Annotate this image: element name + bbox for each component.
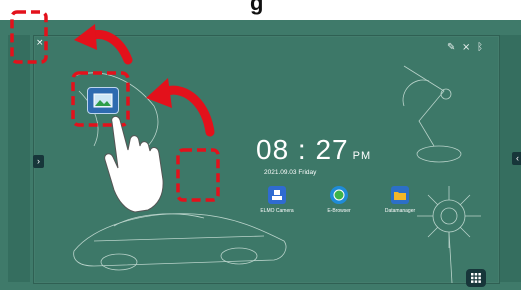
app-label: ELMO Camera bbox=[260, 208, 294, 214]
app-datamanager[interactable]: Datamanager bbox=[375, 186, 425, 214]
wifi-off-icon: ⨯ bbox=[462, 42, 471, 53]
app-grid-button[interactable] bbox=[466, 269, 486, 287]
app-e-browser[interactable]: E-Browser bbox=[314, 186, 364, 214]
pen-icon: ✎ bbox=[447, 42, 456, 53]
app-label: E-Browser bbox=[327, 208, 351, 214]
clock-ampm: PM bbox=[352, 150, 372, 162]
bluetooth-icon: ᛒ bbox=[477, 42, 483, 53]
whiteboard-home: × ✎ ⨯ ᛒ 08 : 27 PM 2021.09.03 Friday ELMO… bbox=[33, 35, 500, 287]
clock-time: 08 : 27 PM bbox=[256, 134, 371, 166]
globe-icon bbox=[330, 186, 348, 204]
gallery-icon[interactable] bbox=[87, 87, 119, 114]
app-label: Datamanager bbox=[384, 208, 416, 214]
page-title: g bbox=[250, 0, 264, 15]
screen: × ✎ ⨯ ᛒ 08 : 27 PM 2021.09.03 Friday ELMO… bbox=[0, 20, 521, 290]
right-panel-arrow[interactable]: ‹ bbox=[512, 152, 521, 165]
usb-camera-icon bbox=[268, 186, 286, 204]
app-elmo-camera[interactable]: ELMO Camera bbox=[252, 186, 302, 214]
app-grid-icon bbox=[471, 273, 481, 283]
left-edge-panel bbox=[8, 35, 30, 282]
close-icon: × bbox=[36, 38, 44, 48]
left-panel-arrow[interactable]: › bbox=[33, 155, 44, 168]
folder-icon bbox=[391, 186, 409, 204]
close-button[interactable]: × bbox=[36, 38, 44, 48]
clock-digits: 08 : 27 bbox=[256, 134, 349, 165]
clock-date: 2021.09.03 Friday bbox=[264, 169, 317, 176]
